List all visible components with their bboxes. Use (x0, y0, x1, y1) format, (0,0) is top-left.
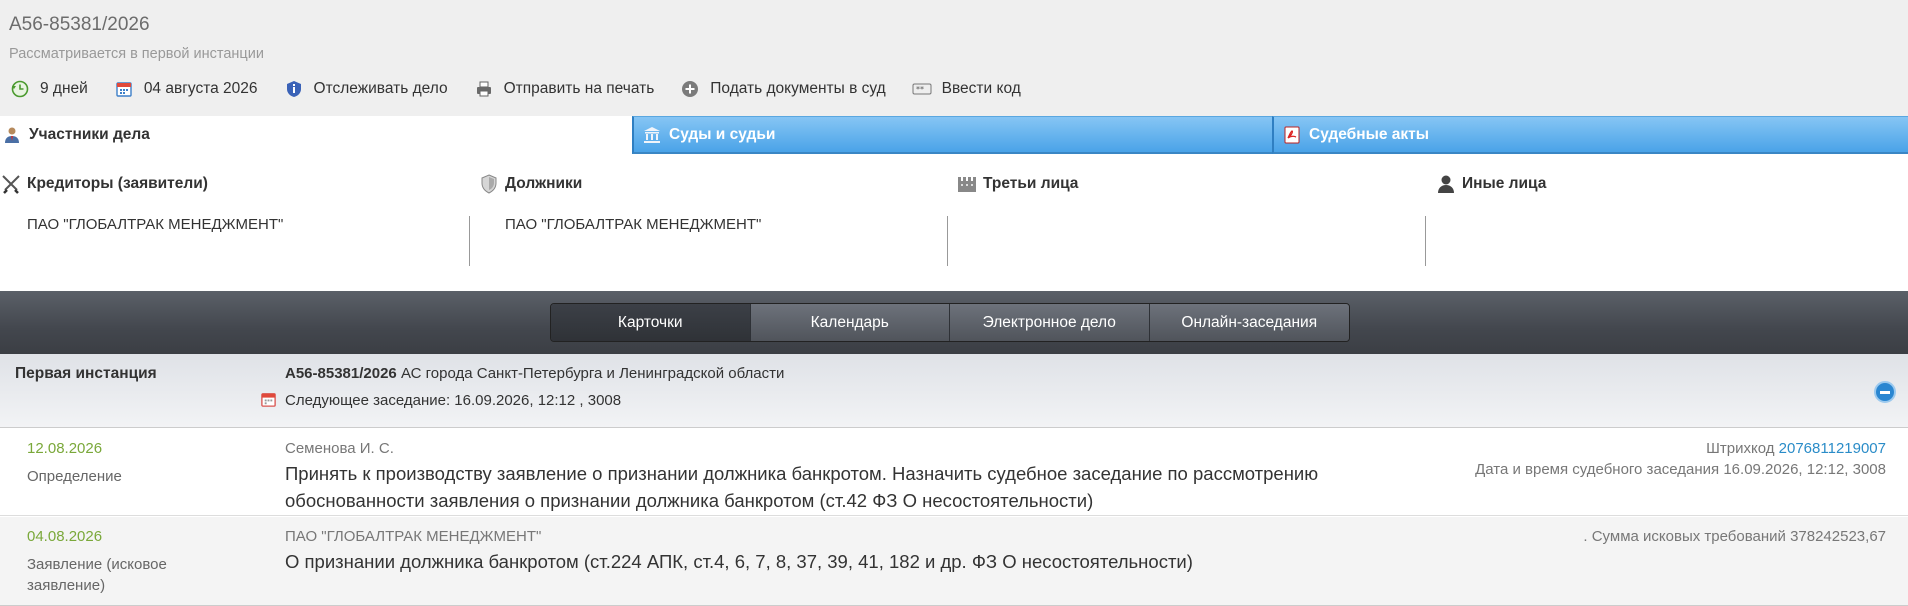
document-date: 04.08.2026 (27, 528, 103, 545)
clock-back-icon (10, 79, 30, 99)
building-icon (956, 173, 978, 195)
collapse-button[interactable] (1874, 381, 1896, 403)
instance-case-number[interactable]: А56-85381/2026 (285, 365, 397, 382)
days-counter[interactable]: 9 дней (10, 79, 88, 99)
column-divider (947, 216, 948, 266)
participants-debtors: Должники ПАО "ГЛОБАЛТРАК МЕНЕДЖМЕНТ" (478, 170, 956, 270)
creditors-heading: Кредиторы (заявители) (0, 170, 478, 198)
creditors-list: ПАО "ГЛОБАЛТРАК МЕНЕДЖМЕНТ" (0, 216, 470, 266)
enter-code-label: Ввести код (941, 80, 1021, 97)
view-tab-online-hearings[interactable]: Онлайн-заседания (1149, 304, 1349, 341)
info-shield-icon (284, 79, 304, 99)
document-date: 12.08.2026 (27, 440, 103, 457)
creditors-title: Кредиторы (заявители) (27, 175, 208, 192)
debtors-title: Должники (505, 175, 583, 192)
keyboard-icon: ** (912, 79, 932, 99)
document-type: Заявление (исковое заявление) (27, 556, 167, 594)
enter-code-button[interactable]: ** Ввести код (912, 79, 1021, 99)
claim-amount: . Сумма исковых требований 378242523,67 (1583, 528, 1886, 545)
other-parties-title: Иные лица (1462, 175, 1547, 192)
next-hearing: Следующее заседание: 16.09.2026, 12:12 ,… (260, 391, 621, 409)
document-author: Семенова И. С. (285, 440, 394, 457)
document-row: 04.08.2026 Заявление (исковое заявление)… (0, 517, 1908, 606)
tab-participants-label: Участники дела (29, 126, 150, 143)
tab-courts-judges[interactable]: Суды и судьи (632, 116, 1272, 154)
document-text[interactable]: Принять к производству заявление о призн… (285, 460, 1385, 514)
track-case-button[interactable]: Отслеживать дело (284, 79, 448, 99)
participants-creditors: Кредиторы (заявители) ПАО "ГЛОБАЛТРАК МЕ… (0, 170, 478, 270)
tab-participants[interactable]: Участники дела (0, 116, 632, 154)
user-silhouette-icon (1435, 173, 1457, 195)
debtors-heading: Должники (478, 170, 956, 198)
printer-icon (474, 79, 494, 99)
svg-text:**: ** (916, 85, 924, 94)
view-switch-bar: Карточки Календарь Электронное дело Онла… (0, 291, 1908, 354)
participants-panel: Кредиторы (заявители) ПАО "ГЛОБАЛТРАК МЕ… (0, 170, 1908, 280)
barcode: Штрихкод 2076811219007 (1706, 440, 1886, 457)
document-row: 12.08.2026 Определение Семенова И. С. Пр… (0, 429, 1908, 516)
tab-court-acts[interactable]: Судебные акты (1272, 116, 1908, 154)
view-tab-calendar[interactable]: Календарь (750, 304, 950, 341)
view-tab-cards[interactable]: Карточки (551, 304, 751, 341)
third-parties-heading: Третьи лица (956, 170, 1434, 198)
other-parties-heading: Иные лица (1435, 170, 1908, 198)
case-number: А56-85381/2026 (9, 14, 150, 35)
crossed-swords-icon (0, 173, 22, 195)
track-case-label: Отслеживать дело (313, 80, 448, 97)
case-tabs: Участники дела Суды и судьи Судебные акт… (0, 116, 1908, 154)
next-hearing-text: Следующее заседание: 16.09.2026, 12:12 ,… (285, 391, 622, 409)
pdf-document-icon (1282, 125, 1302, 145)
participants-third-parties: Третьи лица (956, 170, 1434, 270)
debtor-name[interactable]: ПАО "ГЛОБАЛТРАК МЕНЕДЖМЕНТ" (505, 216, 761, 233)
tab-court-acts-label: Судебные акты (1309, 125, 1429, 143)
document-author: ПАО "ГЛОБАЛТРАК МЕНЕДЖМЕНТ" (285, 528, 542, 545)
column-divider (469, 216, 470, 266)
days-counter-label: 9 дней (40, 80, 88, 97)
shield-icon (478, 173, 500, 195)
date-filed-label: 04 августа 2026 (143, 80, 258, 97)
tab-courts-judges-label: Суды и судьи (669, 125, 776, 143)
debtors-list: ПАО "ГЛОБАЛТРАК МЕНЕДЖМЕНТ" (478, 216, 948, 266)
document-text[interactable]: О признании должника банкротом (ст.224 А… (285, 548, 1385, 575)
plus-circle-icon (680, 79, 700, 99)
submit-documents-label: Подать документы в суд (710, 80, 886, 97)
view-segmented-control: Карточки Календарь Электронное дело Онла… (550, 303, 1350, 342)
case-actions-toolbar: 9 дней 04 августа 2026 Отслеживать дело … (10, 78, 1047, 100)
column-divider (1425, 216, 1426, 266)
barcode-link[interactable]: 2076811219007 (1779, 440, 1886, 457)
calendar-icon (114, 79, 134, 99)
submit-documents-button[interactable]: Подать документы в суд (680, 79, 886, 99)
third-parties-list (956, 216, 1426, 266)
creditor-name[interactable]: ПАО "ГЛОБАЛТРАК МЕНЕДЖМЕНТ" (27, 216, 283, 233)
print-button[interactable]: Отправить на печать (474, 79, 655, 99)
print-label: Отправить на печать (503, 80, 655, 97)
calendar-icon (260, 391, 278, 409)
document-type: Определение (27, 468, 122, 485)
instance-header: Первая инстанция А56-85381/2026 АС город… (0, 354, 1908, 428)
person-icon (2, 125, 22, 145)
view-tab-electronic-case[interactable]: Электронное дело (950, 304, 1150, 341)
participants-other: Иные лица (1435, 170, 1908, 270)
instance-label: Первая инстанция (15, 365, 157, 382)
hearing-datetime: Дата и время судебного заседания 16.09.2… (1475, 461, 1886, 478)
instance-case-line: А56-85381/2026 АС города Санкт-Петербург… (285, 365, 784, 382)
courthouse-icon (642, 125, 662, 145)
date-filed[interactable]: 04 августа 2026 (114, 79, 258, 99)
minus-icon (1880, 390, 1890, 394)
case-header: А56-85381/2026 Рассматривается в первой … (0, 0, 1908, 116)
third-parties-title: Третьи лица (983, 175, 1079, 192)
instance-court: АС города Санкт-Петербурга и Ленинградск… (400, 365, 785, 382)
barcode-label: Штрихкод (1706, 440, 1775, 457)
case-status: Рассматривается в первой инстанции (9, 46, 264, 62)
